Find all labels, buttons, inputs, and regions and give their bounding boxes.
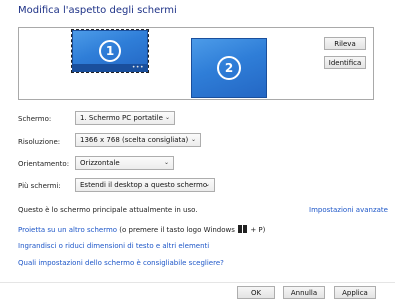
- project-hint-pre: (o premere il tasto logo Windows: [117, 226, 238, 234]
- display-arrangement-area: 1 ••• 2: [18, 27, 374, 100]
- orientation-select-value: Orizzontale: [80, 159, 120, 167]
- monitor-number-1: 1: [99, 40, 121, 62]
- monitor-1[interactable]: 1 •••: [71, 29, 149, 73]
- monitor-number-2: 2: [217, 56, 241, 80]
- divider: [0, 282, 395, 283]
- chevron-down-icon: ⌄: [163, 159, 169, 166]
- text-size-link[interactable]: Ingrandisci o riduci dimensioni di testo…: [18, 242, 209, 250]
- orientation-label: Orientamento:: [18, 160, 70, 168]
- screen-select-value: 1. Schermo PC portatile: [80, 114, 163, 122]
- chevron-down-icon: ⌄: [190, 136, 196, 143]
- monitor-dots-icon: •••: [131, 64, 144, 71]
- cancel-button[interactable]: Annulla: [283, 286, 325, 299]
- windows-logo-icon: [238, 225, 247, 233]
- project-hint-post: + P): [248, 226, 266, 234]
- screen-label: Schermo:: [18, 115, 52, 123]
- primary-display-text: Questo è lo schermo principale attualmen…: [18, 206, 198, 214]
- apply-button[interactable]: Applica: [334, 286, 376, 299]
- detect-button[interactable]: Rileva: [324, 37, 366, 50]
- identify-button[interactable]: Identifica: [324, 56, 366, 69]
- monitor-2[interactable]: 2: [191, 38, 267, 98]
- multiple-displays-select-value: Estendi il desktop a questo schermo: [80, 181, 208, 189]
- orientation-select[interactable]: Orizzontale ⌄: [75, 156, 174, 170]
- which-settings-link[interactable]: Quali impostazioni dello schermo è consi…: [18, 259, 224, 267]
- chevron-down-icon: ⌄: [204, 181, 210, 188]
- resolution-select-value: 1366 x 768 (scelta consigliata): [80, 136, 189, 144]
- project-link[interactable]: Proietta su un altro schermo: [18, 226, 117, 234]
- page-title: Modifica l'aspetto degli schermi: [18, 5, 177, 16]
- ok-button[interactable]: OK: [237, 286, 275, 299]
- screen-select[interactable]: 1. Schermo PC portatile ⌄: [75, 111, 175, 125]
- multiple-displays-label: Più schermi:: [18, 182, 61, 190]
- project-row: Proietta su un altro schermo (o premere …: [18, 225, 265, 234]
- multiple-displays-select[interactable]: Estendi il desktop a questo schermo ⌄: [75, 178, 215, 192]
- chevron-down-icon: ⌄: [164, 114, 170, 121]
- resolution-select[interactable]: 1366 x 768 (scelta consigliata) ⌄: [75, 133, 201, 147]
- resolution-label: Risoluzione:: [18, 138, 61, 146]
- advanced-settings-link[interactable]: Impostazioni avanzate: [309, 206, 388, 214]
- monitor-taskbar: •••: [73, 64, 147, 71]
